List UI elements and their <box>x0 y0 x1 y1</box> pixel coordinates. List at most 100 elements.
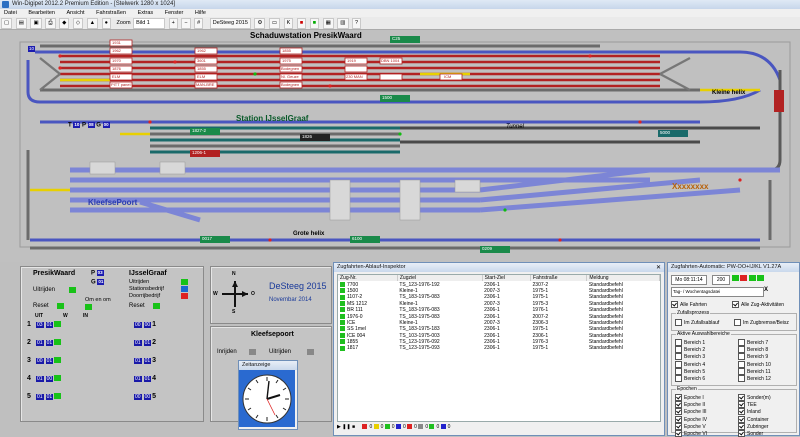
ijssel-doorrij-toggle[interactable] <box>181 293 188 300</box>
tp-block-b[interactable]: 08 <box>87 122 95 128</box>
settings-icon[interactable]: ⚙ <box>254 18 266 29</box>
auto-stop-button[interactable] <box>740 275 748 281</box>
print-icon[interactable]: ⎙ <box>45 18 56 29</box>
menu-datei[interactable]: Datei <box>4 10 17 16</box>
tool-d-icon[interactable]: ● <box>101 18 111 29</box>
ijssel-reset-button[interactable] <box>153 303 160 310</box>
opt-zugbremse[interactable]: Im Zugbremse/Beisz <box>734 319 789 326</box>
presik-p-label: P 03 <box>91 270 104 277</box>
option-right_opts-2[interactable]: Bereich 9 <box>738 353 768 361</box>
presik-row-3[interactable]: 3 00 01 <box>27 357 62 364</box>
option-right_opts-1[interactable]: Bereich 8 <box>738 346 768 354</box>
menu-hilfe[interactable]: Hilfe <box>195 10 206 16</box>
plate-10: 3601 <box>197 58 206 63</box>
grid-icon[interactable]: # <box>194 18 204 29</box>
go-icon[interactable]: ■ <box>309 18 320 29</box>
option-epoch_right-4[interactable]: Zubringer <box>738 422 768 430</box>
x-button[interactable]: X <box>764 287 768 293</box>
tool-e-icon[interactable]: ▦ <box>322 18 334 29</box>
clock-window[interactable]: Zeitanzeige <box>238 360 298 430</box>
menu-fahrstrassen[interactable]: Fahrstraßen <box>96 10 126 16</box>
option-epoch_right-0[interactable]: Sonder(m) <box>738 394 771 401</box>
menu-fenster[interactable]: Fenster <box>165 10 184 16</box>
open-icon[interactable]: ▤ <box>15 18 27 29</box>
option-left_opts-4[interactable]: Bereich 5 <box>675 367 705 375</box>
check-alle-zug[interactable]: Alle Zug-Aktivitäten <box>732 301 784 308</box>
help-icon[interactable]: ? <box>352 18 362 29</box>
stop-small-icon[interactable]: ■ <box>352 424 355 430</box>
auto-go-button[interactable] <box>732 275 739 281</box>
presik-row-1[interactable]: 1 03 01 <box>27 321 62 328</box>
zoom-select[interactable]: Bild 1 <box>133 18 166 29</box>
option-epoch_left-4[interactable]: Epoche V <box>675 422 706 430</box>
layout-name[interactable]: DeSteeg 2015 <box>209 18 251 29</box>
tunnel-label: Tunnel <box>506 124 524 130</box>
file-dropdown[interactable]: Tag- / Wochentagsdatei <box>671 287 764 297</box>
ijssel-row-5[interactable]: 00 00 5 <box>133 393 160 400</box>
option-right_opts-4[interactable]: Bereich 11 <box>738 367 771 375</box>
option-epoch_left-3[interactable]: Epoche IV <box>675 415 707 423</box>
kleef-inrijden-button[interactable] <box>249 349 256 356</box>
option-epoch_right-5[interactable]: Sonder <box>738 430 763 437</box>
option-epoch_left-0[interactable]: Epoche I <box>675 394 704 401</box>
option-epoch_left-1[interactable]: Epoche II <box>675 401 705 409</box>
tp-block-c[interactable]: 00 <box>102 122 110 128</box>
train-icon[interactable]: ▭ <box>268 18 281 29</box>
option-left_opts-0[interactable]: Bereich 1 <box>675 339 705 346</box>
menu-bearbeiten[interactable]: Bearbeiten <box>28 10 55 16</box>
option-epoch_left-2[interactable]: Epoche III <box>675 408 707 416</box>
inspector-window[interactable]: Zugfahrten-Ablauf-Inspektor ✕ Zug-Nr. Zu… <box>333 262 665 436</box>
tp-block-a[interactable]: 10 <box>73 122 81 128</box>
presik-row-5[interactable]: 5 01 01 <box>27 393 62 400</box>
tool-c-icon[interactable]: ▲ <box>86 18 99 29</box>
opt-zufall[interactable]: Im Zufallsablauf <box>675 319 719 326</box>
option-epoch_right-2[interactable]: Inland <box>738 408 761 416</box>
option-epoch_right-1[interactable]: TEE <box>738 401 757 409</box>
ijssel-row-1[interactable]: 00 00 1 <box>133 321 160 328</box>
outer-loop <box>26 44 782 140</box>
new-icon[interactable]: ▢ <box>1 18 13 29</box>
tool-a-icon[interactable]: ◆ <box>59 18 70 29</box>
block-10-top[interactable]: 10 <box>28 46 35 53</box>
close-icon[interactable]: ✕ <box>656 264 661 271</box>
om-en-om-toggle[interactable] <box>85 304 92 311</box>
check-alle-fahrten[interactable]: Alle Fahrten <box>671 301 707 308</box>
speed-field[interactable]: 200 <box>712 275 730 285</box>
option-right_opts-3[interactable]: Bereich 10 <box>738 360 771 368</box>
menu-extras[interactable]: Extras <box>138 10 154 16</box>
presik-row-2[interactable]: 2 01 01 <box>27 339 62 346</box>
option-epoch_right-3[interactable]: Container <box>738 415 769 423</box>
ijssel-row-2[interactable]: 01 01 2 <box>133 339 160 346</box>
ijssel-station-toggle[interactable] <box>181 286 188 293</box>
presik-row-4[interactable]: 4 01 00 <box>27 375 62 382</box>
grote-helix-label: Grote helix <box>293 231 325 237</box>
auto-a-button[interactable] <box>748 275 756 281</box>
presik-reset-button[interactable] <box>57 303 64 310</box>
plate-11: 1855 <box>197 66 206 71</box>
automatic-window[interactable]: Zugfahrten-Automatic: PW-OO+IJ/KL V1.27A… <box>667 262 800 437</box>
save-icon[interactable]: ▣ <box>30 18 42 29</box>
table-row[interactable]: 1817 TS_123-1975-093 2306-1 1975-1 Standardb… <box>338 345 660 351</box>
ijssel-row-4[interactable]: 01 01 4 <box>133 375 160 382</box>
ijssel-row-3[interactable]: 01 01 3 <box>133 357 160 364</box>
stop-icon[interactable]: ■ <box>296 18 307 29</box>
play-icon[interactable]: ▶ <box>337 424 341 430</box>
option-right_opts-0[interactable]: Bereich 7 <box>738 339 768 346</box>
option-right_opts-5[interactable]: Bereich 12 <box>738 375 771 382</box>
tool-b-icon[interactable]: ◇ <box>72 18 84 29</box>
menu-ansicht[interactable]: Ansicht <box>67 10 85 16</box>
option-left_opts-1[interactable]: Bereich 2 <box>675 346 705 354</box>
zoom-out-icon[interactable]: − <box>181 18 191 29</box>
tool-f-icon[interactable]: ▥ <box>337 18 349 29</box>
ijssel-uitrijden-toggle[interactable] <box>181 279 188 286</box>
presik-uitrijden-toggle[interactable] <box>69 287 76 294</box>
option-left_opts-5[interactable]: Bereich 6 <box>675 375 705 382</box>
option-epoch_left-5[interactable]: Epoche VI <box>675 430 707 437</box>
kleef-uitrijden-button[interactable] <box>307 349 314 356</box>
option-left_opts-3[interactable]: Bereich 4 <box>675 360 705 368</box>
auto-b-button[interactable] <box>757 275 765 281</box>
zoom-in-icon[interactable]: + <box>168 18 178 29</box>
pause-icon[interactable]: ❚❚ <box>342 424 350 430</box>
option-left_opts-2[interactable]: Bereich 3 <box>675 353 705 361</box>
k-button[interactable]: K <box>283 18 294 29</box>
